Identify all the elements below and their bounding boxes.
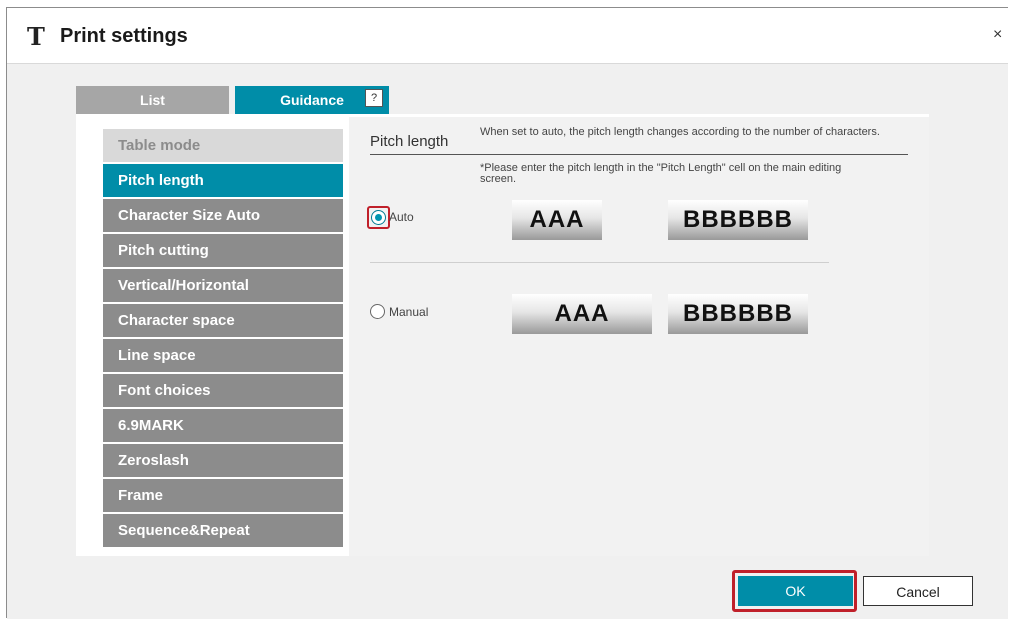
sidebar-item-line-space[interactable]: Line space <box>103 339 343 373</box>
text-tool-icon: T <box>27 22 45 51</box>
close-icon[interactable]: × <box>993 26 1002 44</box>
sidebar-item-frame[interactable]: Frame <box>103 479 343 513</box>
title-bar: T Print settings × <box>7 8 1008 64</box>
options-divider <box>370 262 829 263</box>
manual-radio[interactable] <box>370 304 385 319</box>
setting-title: Pitch length <box>370 133 449 150</box>
manual-sample-bbbbbb: BBBBBB <box>668 294 808 334</box>
sidebar-item-character-size-auto[interactable]: Character Size Auto <box>103 199 343 233</box>
help-icon[interactable]: ? <box>365 89 383 107</box>
guidance-content: Pitch length When set to auto, the pitch… <box>349 117 929 556</box>
sidebar-item-zeroslash[interactable]: Zeroslash <box>103 444 343 478</box>
title-divider <box>370 154 908 155</box>
auto-sample-aaa: AAA <box>512 200 602 240</box>
sidebar-item-6-9mark[interactable]: 6.9MARK <box>103 409 343 443</box>
cancel-button[interactable]: Cancel <box>863 576 973 606</box>
print-settings-dialog: T Print settings × List Guidance ? Table… <box>6 7 1008 619</box>
auto-radio[interactable] <box>371 210 386 225</box>
guidance-panel: Table mode Pitch length Character Size A… <box>76 114 929 556</box>
ok-button[interactable]: OK <box>738 576 853 606</box>
auto-radio-label: Auto <box>389 210 414 224</box>
setting-description: When set to auto, the pitch length chang… <box>480 126 880 138</box>
sidebar-item-vertical-horizontal[interactable]: Vertical/Horizontal <box>103 269 343 303</box>
tab-list[interactable]: List <box>76 86 229 114</box>
dialog-body: List Guidance ? Table mode Pitch length … <box>7 64 1008 619</box>
manual-sample-aaa: AAA <box>512 294 652 334</box>
sidebar-item-character-space[interactable]: Character space <box>103 304 343 338</box>
sidebar-item-pitch-cutting[interactable]: Pitch cutting <box>103 234 343 268</box>
auto-sample-bbbbbb: BBBBBB <box>668 200 808 240</box>
sidebar-item-font-choices[interactable]: Font choices <box>103 374 343 408</box>
sidebar-item-pitch-length[interactable]: Pitch length <box>103 164 343 198</box>
manual-radio-label: Manual <box>389 305 429 319</box>
setting-note: *Please enter the pitch length in the "P… <box>480 162 842 185</box>
dialog-title: Print settings <box>60 25 188 47</box>
sidebar-item-sequence-repeat[interactable]: Sequence&Repeat <box>103 514 343 548</box>
sidebar-item-table-mode: Table mode <box>103 129 343 163</box>
